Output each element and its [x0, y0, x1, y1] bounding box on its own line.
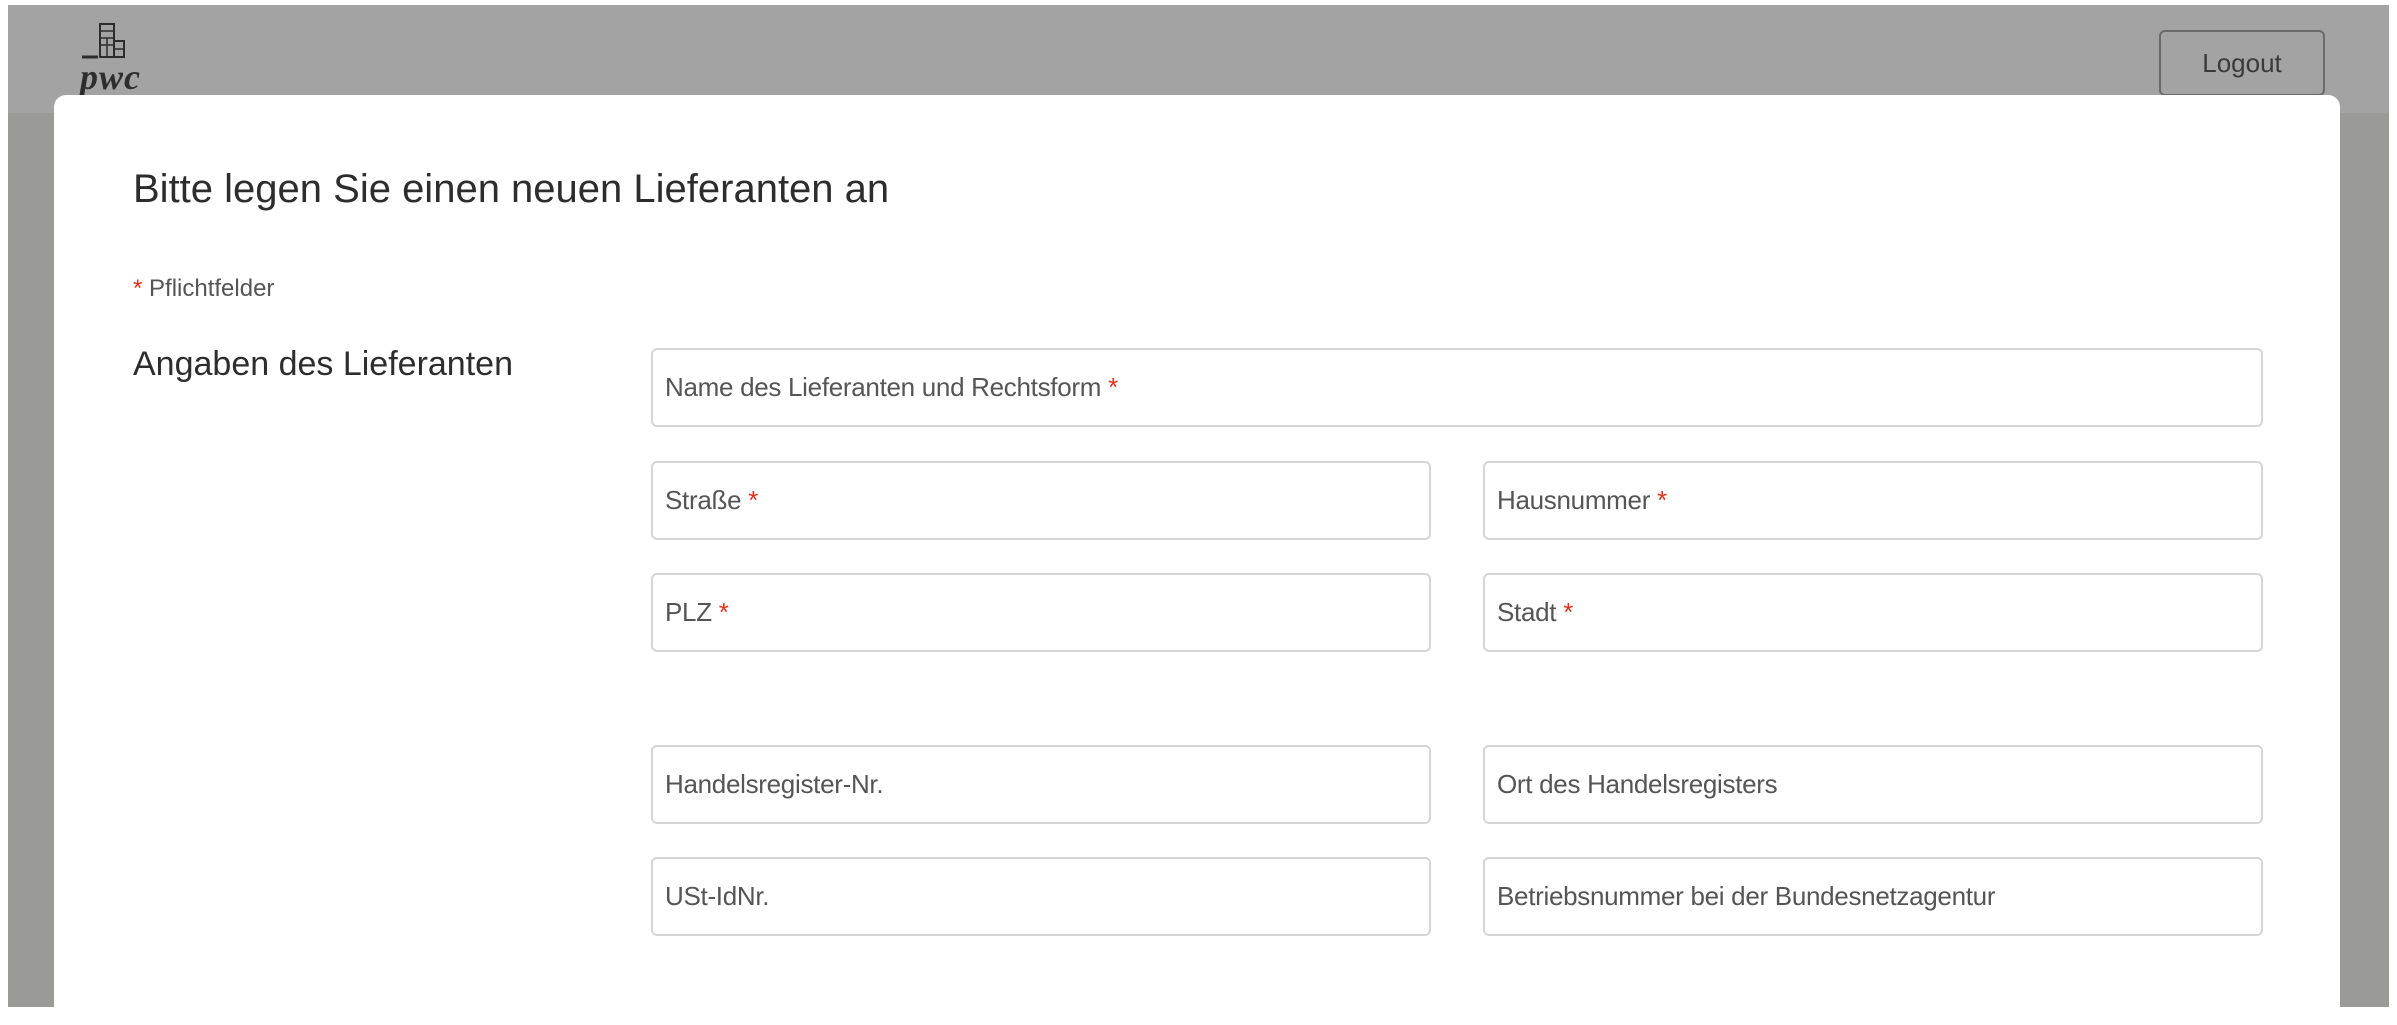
field-placeholder: Hausnummer — [1497, 485, 1651, 515]
vat-id-field[interactable]: USt-IdNr. — [651, 857, 1431, 936]
field-placeholder: Handelsregister-Nr. — [665, 769, 884, 799]
field-placeholder: PLZ — [665, 597, 712, 627]
house-number-field[interactable]: Hausnummer * — [1483, 461, 2263, 540]
required-fields-note: * Pflichtfelder — [133, 275, 274, 303]
dialog-title: Bitte legen Sie einen neuen Lieferanten … — [133, 167, 890, 211]
trade-register-location-field[interactable]: Ort des Handelsregisters — [1483, 745, 2263, 824]
field-placeholder: Stadt — [1497, 597, 1557, 627]
street-field[interactable]: Straße * — [651, 461, 1431, 540]
network-agency-number-field[interactable]: Betriebsnummer bei der Bundesnetzagentur — [1483, 857, 2263, 936]
supplier-name-field[interactable]: Name des Lieferanten und Rechtsform * — [651, 348, 2263, 427]
section-label-supplier: Angaben des Lieferanten — [133, 345, 513, 383]
page: pwc Logout Bitte legen Sie einen neuen L… — [0, 0, 2397, 1025]
required-star: * — [1657, 485, 1668, 515]
building-logo-icon — [82, 23, 125, 59]
field-placeholder: Name des Lieferanten und Rechtsform — [665, 372, 1102, 402]
field-placeholder: USt-IdNr. — [665, 881, 770, 911]
logo-text: pwc — [80, 57, 141, 97]
logout-button[interactable]: Logout — [2159, 30, 2325, 96]
required-star: * — [133, 275, 143, 302]
required-star: * — [718, 597, 729, 627]
city-field[interactable]: Stadt * — [1483, 573, 2263, 652]
required-star: * — [1563, 597, 1574, 627]
field-placeholder: Betriebsnummer bei der Bundesnetzagentur — [1497, 881, 1996, 911]
field-placeholder: Straße — [665, 485, 742, 515]
trade-register-number-field[interactable]: Handelsregister-Nr. — [651, 745, 1431, 824]
required-star: * — [1108, 372, 1119, 402]
required-star: * — [748, 485, 759, 515]
postal-code-field[interactable]: PLZ * — [651, 573, 1431, 652]
field-placeholder: Ort des Handelsregisters — [1497, 769, 1778, 799]
pwc-logo: pwc — [80, 19, 192, 101]
required-note-label: Pflichtfelder — [149, 275, 275, 302]
new-supplier-dialog: Bitte legen Sie einen neuen Lieferanten … — [54, 95, 2340, 1025]
